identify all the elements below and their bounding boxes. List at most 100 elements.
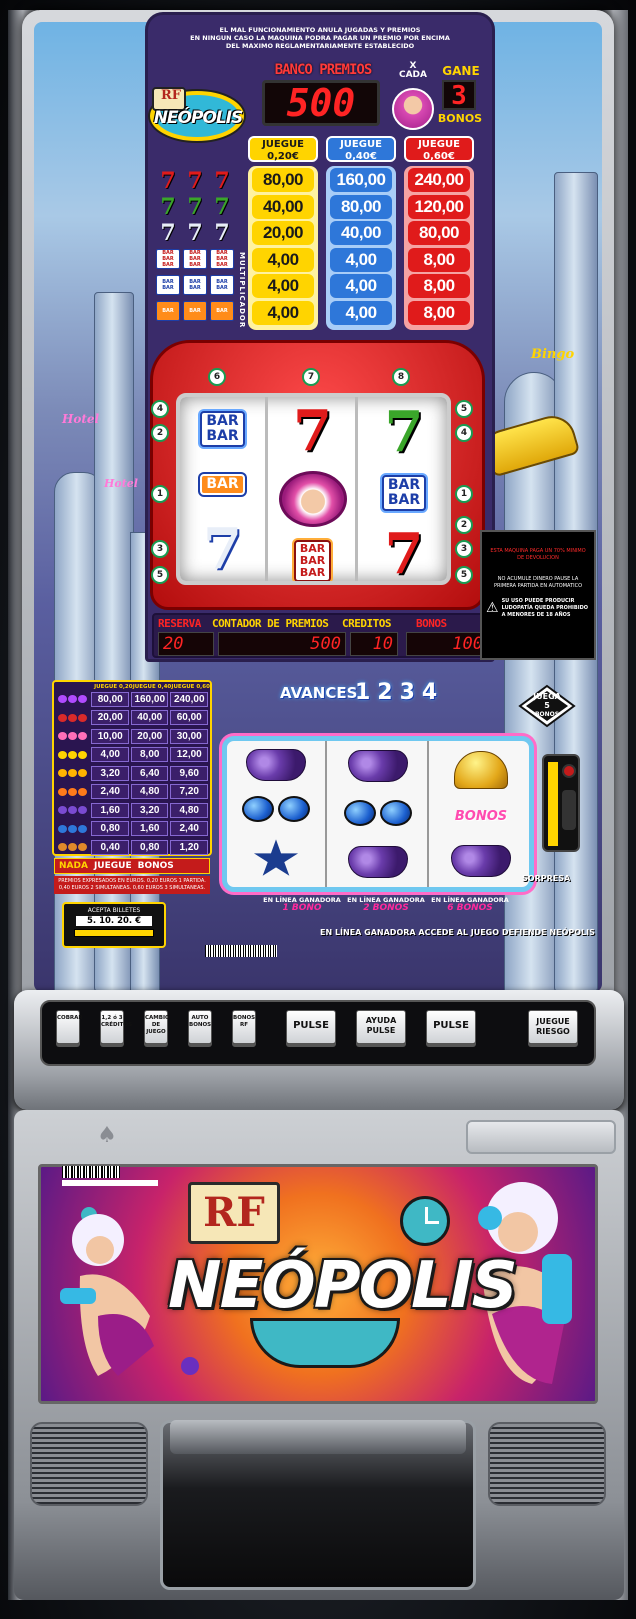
bingo-sign: Bingo — [531, 347, 575, 362]
coin-reject-button[interactable] — [562, 764, 576, 778]
juegue-label: JUEGUE — [93, 861, 132, 871]
reel-2: 7 BAR BAR BAR — [270, 397, 358, 581]
coin-slot-stripe — [548, 762, 558, 846]
right-speaker — [488, 1422, 606, 1506]
fruit-payout-cell: 8,00 — [130, 747, 169, 763]
logo-rf-text: RF — [160, 88, 182, 103]
fruit-paytable-row: 80,00 160,00 240,00 — [54, 690, 210, 709]
fruit-payout-cell: 0,80 — [91, 821, 129, 837]
regulatory-notice: ESTA MAQUINA PAGA UN 70% MINIMO DE DEVOL… — [480, 530, 596, 660]
payline-marker: 1 — [455, 485, 473, 503]
payout-cell: 20,00 — [252, 221, 314, 246]
payout-cell: 4,00 — [330, 247, 392, 272]
age-warning-text: SU USO PUEDE PRODUCIR LUDOPATÍA QUEDA PR… — [501, 598, 588, 618]
warning-icon: ⚠ — [486, 600, 499, 616]
coin-lever[interactable] — [562, 790, 576, 830]
multiplicador-label: MULTIPLICADOR — [238, 252, 246, 329]
warning-line: EL MAL FUNCIONAMIENTO ANULA JUGADAS Y PR… — [219, 26, 421, 34]
fruit-payout-cell: 0,80 — [130, 839, 169, 855]
juegue-riesgo-button[interactable]: JUEGUE RIESGO — [528, 1010, 578, 1044]
contador-label: CONTADOR DE PREMIOS — [212, 617, 329, 630]
symbol-row-white7: 777 — [160, 220, 230, 246]
bonos-rf-button[interactable]: BONOS RF — [232, 1010, 256, 1044]
fruit-paytable-row: 2,40 4,80 7,20 — [54, 783, 210, 802]
sorpresa-label: SORPRESA — [522, 874, 571, 883]
reserva-display: 20 — [158, 632, 214, 656]
fruit-payout-cell: 1,60 — [130, 821, 169, 837]
payout-notice: ESTA MAQUINA PAGA UN 70% MINIMO DE DEVOL… — [490, 548, 586, 561]
cobrar-button[interactable]: COBRAR — [56, 1010, 83, 1044]
barcode — [205, 945, 277, 957]
fruit-payout-cell: 6,40 — [130, 765, 169, 781]
reel2-1 — [227, 741, 327, 887]
juega-text: JUEGA — [533, 692, 561, 701]
bill-acceptor[interactable]: ACEPTA BILLETES 5. 10. 20. € — [62, 902, 166, 948]
bonos-display: 100 — [406, 632, 488, 656]
cambio-juego-button[interactable]: CAMBIO DE JUEGO — [144, 1010, 170, 1044]
column-header: JUEGUE 0,60 — [171, 684, 210, 690]
age-warning: ⚠ SU USO PUEDE PRODUCIR LUDOPATÍA QUEDA … — [482, 594, 594, 623]
ayuda-pulse-button[interactable]: AYUDA PULSE — [356, 1010, 406, 1044]
fruit-paytable-row: 3,20 6,40 9,60 — [54, 764, 210, 783]
red-seven-symbol: 7 — [293, 397, 332, 464]
fruit-payout-cell: 20,00 — [91, 710, 129, 726]
column-header: JUEGUE 0,20 — [94, 684, 133, 690]
pulse-button-1[interactable]: PULSE — [286, 1010, 336, 1044]
ticket-slot[interactable] — [466, 1120, 616, 1154]
fruit-icon — [54, 824, 91, 833]
contador-display: 500 — [218, 632, 346, 656]
payline-marker: 3 — [151, 540, 169, 558]
paytable-symbols: 777 777 777 BAR BAR BAR BAR BAR BAR BAR BAR BA… — [152, 168, 242, 328]
barcode-label-strip — [62, 1180, 158, 1186]
payout-cell: 8,00 — [408, 274, 470, 299]
big-logo-rf: RF — [188, 1182, 280, 1244]
creditos-button[interactable]: 1,2 ó 3 CRÉDITOS — [100, 1010, 132, 1044]
bet-header-060: JUEGUE 0,60€ + 5 BONOS — [404, 136, 474, 173]
fruit-payout-cell: 240,00 — [170, 691, 208, 707]
triple-bar-symbol: BAR BAR BAR — [293, 540, 332, 581]
character-face-symbol — [278, 470, 347, 527]
avances-label: AVANCES — [280, 684, 358, 702]
hotel-sign: Hotel — [62, 412, 100, 426]
fruit-payout-cell: 4,00 — [91, 747, 129, 763]
fruit-payout-cell: 10,00 — [91, 728, 129, 744]
hotel-sign: Hotel — [104, 477, 138, 490]
reel-3: 7 BAR BAR 7 — [360, 397, 447, 585]
payout-cell: 8,00 — [408, 300, 470, 325]
grapes-symbol — [348, 846, 408, 878]
bell-symbol — [454, 751, 508, 790]
bet-header-040: JUEGUE 0,40€ + 2 BONOS — [326, 136, 396, 173]
grapes-symbol — [451, 844, 511, 877]
star-icon — [253, 839, 299, 876]
payout-cell: 4,00 — [330, 300, 392, 325]
payout-cell: 40,00 — [252, 194, 314, 219]
barcode — [62, 1166, 120, 1178]
main-reel-window: BAR BAR BAR 7 7 BAR BAR BAR 7 BAR BAR 7 — [176, 393, 451, 585]
auto-bonos-button[interactable]: AUTO BONOS — [188, 1010, 212, 1044]
fruit-payout-cell: 1,60 — [91, 802, 129, 818]
payline-marker: 8 — [392, 368, 410, 386]
bill-slot[interactable] — [74, 929, 154, 937]
decorative-dot — [181, 1357, 199, 1375]
paytable-column-020: 80,00 40,00 20,00 4,00 4,00 4,00 — [248, 166, 318, 330]
payout-cell: 4,00 — [330, 274, 392, 299]
clock-icon — [400, 1196, 450, 1246]
payout-cell: 120,00 — [408, 194, 470, 219]
coin-slot[interactable] — [542, 754, 580, 852]
pulse-button-2[interactable]: PULSE — [426, 1010, 476, 1044]
reel2-3: BONOS — [431, 741, 531, 887]
bonus-pill-2: EN LÍNEA GANADORA 2 BONOS — [346, 896, 426, 922]
bill-acceptor-label: ACEPTA BILLETES — [87, 907, 141, 914]
fruit-icon — [54, 769, 91, 778]
grapes-symbol — [246, 748, 306, 781]
symbol-row-green7: 777 — [160, 194, 230, 220]
payline-marker: 6 — [208, 368, 226, 386]
fruit-icon — [54, 806, 91, 815]
euro-note: PREMIOS EXPRESADOS EN EUROS. 0,20 EUROS … — [54, 876, 210, 894]
payout-cell: 240,00 — [408, 168, 470, 192]
glasses-symbol — [240, 795, 312, 824]
automatic-notice: NO ACUMULE DINERO PAUSE LA PRIMERA PARTI… — [493, 576, 583, 589]
red-seven-symbol: 7 — [384, 521, 424, 585]
green-seven-symbol: 7 — [384, 399, 424, 465]
payline-marker: 5 — [455, 566, 473, 584]
